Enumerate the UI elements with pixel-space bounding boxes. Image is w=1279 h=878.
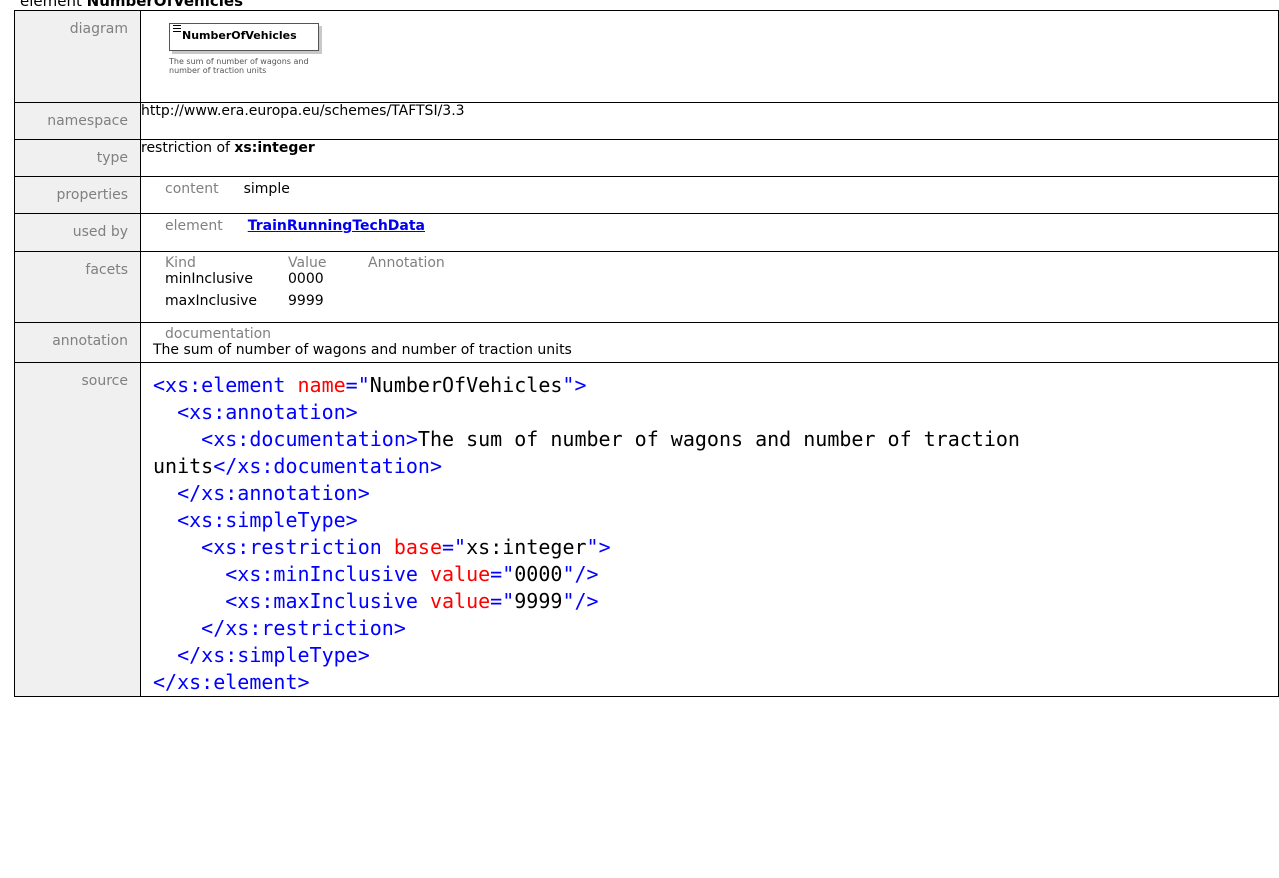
properties-value: simple (243, 181, 290, 197)
annotation-cell: documentation The sum of number of wagon… (140, 322, 1279, 363)
facets-table: Kind Value Annotation minInclusive 0000 … (141, 252, 1278, 309)
facets-cell: Kind Value Annotation minInclusive 0000 … (140, 251, 1279, 323)
facet-kind: maxInclusive (165, 293, 258, 309)
properties-key: content (165, 181, 219, 197)
source-cell: <xs:element name="NumberOfVehicles"> <xs… (140, 362, 1279, 697)
type-base: xs:integer (234, 140, 315, 156)
properties-pair: content simple (141, 177, 1278, 197)
annotation-block: documentation The sum of number of wagon… (141, 323, 1278, 358)
used-by-key: element (165, 218, 223, 234)
diagram-element-box[interactable]: NumberOfVehicles (169, 23, 319, 51)
label-used-by: used by (14, 213, 141, 252)
page-title-prefix: element (20, 0, 82, 10)
namespace-value: http://www.era.europa.eu/schemes/TAFTSI/… (140, 102, 1279, 140)
diagram-note: The sum of number of wagons and number o… (169, 57, 309, 75)
row-diagram: diagram NumberOfVehicles The sum of numb… (14, 10, 1279, 103)
annotation-heading: documentation (165, 326, 272, 342)
used-by-pair: element TrainRunningTechData (141, 214, 1278, 234)
label-facets: facets (14, 251, 141, 323)
label-type: type (14, 139, 141, 177)
diagram-element-name: NumberOfVehicles (182, 29, 297, 42)
row-source: source <xs:element name="NumberOfVehicle… (14, 362, 1279, 697)
facets-header: Kind Value Annotation (165, 255, 1278, 271)
row-facets: facets Kind Value Annotation minInclusiv… (14, 251, 1279, 323)
diagram-cell: NumberOfVehicles The sum of number of wa… (140, 10, 1279, 103)
row-annotation: annotation documentation The sum of numb… (14, 322, 1279, 363)
facets-header-annotation: Annotation (368, 255, 445, 271)
label-properties: properties (14, 176, 141, 214)
annotation-text: The sum of number of wagons and number o… (153, 342, 572, 358)
row-properties: properties content simple (14, 176, 1279, 214)
facet-value: 9999 (288, 293, 324, 309)
used-by-link[interactable]: TrainRunningTechData (248, 218, 425, 234)
row-used-by: used by element TrainRunningTechData (14, 213, 1279, 252)
used-by-cell: element TrainRunningTechData (140, 213, 1279, 252)
label-source: source (14, 362, 141, 697)
page-title-name: NumberOfVehicles (86, 0, 244, 10)
facet-kind: minInclusive (165, 271, 253, 287)
facet-value: 0000 (288, 271, 324, 287)
row-namespace: namespace http://www.era.europa.eu/schem… (14, 102, 1279, 140)
facet-row: minInclusive 0000 (165, 271, 1278, 287)
type-cell: restriction of xs:integer (140, 139, 1279, 177)
label-namespace: namespace (14, 102, 141, 140)
facet-row: maxInclusive 9999 (165, 293, 1278, 309)
facets-header-kind: Kind (165, 255, 196, 271)
label-annotation: annotation (14, 322, 141, 363)
facets-header-value: Value (288, 255, 327, 271)
row-type: type restriction of xs:integer (14, 139, 1279, 177)
properties-cell: content simple (140, 176, 1279, 214)
label-diagram: diagram (14, 10, 141, 103)
element-lines-icon (173, 25, 181, 33)
page-title: element NumberOfVehicles (20, 0, 243, 10)
source-code[interactable]: <xs:element name="NumberOfVehicles"> <xs… (141, 363, 1278, 696)
element-doc-table: diagram NumberOfVehicles The sum of numb… (14, 10, 1279, 697)
type-prefix: restriction of (141, 140, 230, 156)
